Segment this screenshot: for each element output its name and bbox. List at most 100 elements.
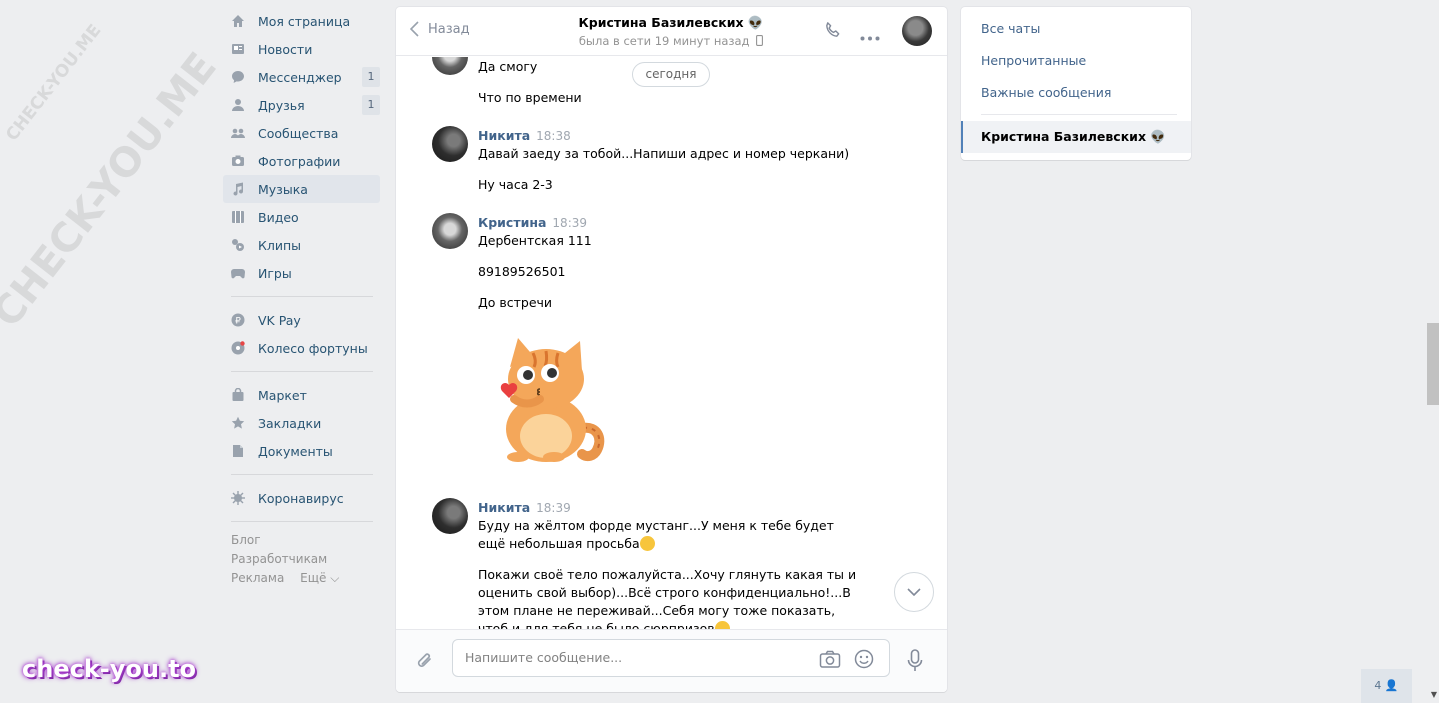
folders-divider: [981, 114, 1177, 115]
message-history: Да смогу Что по времени сегодня Никита 18…: [396, 57, 947, 629]
message-text: 89189526501: [478, 264, 566, 279]
date-pill: сегодня: [632, 62, 710, 87]
sidebar-item-label: Друзья: [258, 97, 305, 113]
more-icon[interactable]: [860, 29, 880, 44]
vkpay-icon: ₽: [231, 313, 245, 327]
watermark-diagonal-large: CHECK-YOU.ME: [0, 44, 226, 336]
message-composer: [396, 629, 947, 692]
sidebar-item-label: Игры: [258, 265, 292, 281]
cat-sticker[interactable]: [488, 333, 608, 463]
sidebar-item-label: Колесо фортуны: [258, 340, 368, 356]
sidebar-item-messenger[interactable]: Мессенджер 1: [223, 63, 380, 91]
sidebar-item-fortune-wheel[interactable]: Колесо фортуны: [223, 334, 380, 362]
sidebar-item-clips[interactable]: Клипы: [223, 231, 380, 259]
gamepad-icon: [231, 266, 245, 280]
phone-icon[interactable]: [823, 21, 842, 43]
avatar[interactable]: [432, 213, 468, 249]
sidebar-footer: Блог Разработчикам Реклама Ещё ⌵: [223, 531, 380, 588]
sidebar-item-label: VK Pay: [258, 312, 301, 328]
sidebar-item-photos[interactable]: Фотографии: [223, 147, 380, 175]
chat-peer-info[interactable]: Кристина Базилевских 👽 была в сети 19 ми…: [556, 15, 786, 48]
sidebar-item-market[interactable]: Маркет: [223, 381, 380, 409]
folder-all-chats[interactable]: Все чаты: [981, 21, 1040, 36]
peer-name: Кристина Базилевских 👽: [578, 15, 764, 30]
sidebar-item-label: Закладки: [258, 415, 322, 431]
message-author[interactable]: Кристина 18:39: [478, 215, 587, 230]
emoji-picker-icon[interactable]: [854, 649, 874, 672]
avatar[interactable]: [432, 498, 468, 534]
sidebar-divider: [231, 296, 373, 297]
sidebar-item-coronavirus[interactable]: Коронавирус: [223, 484, 380, 512]
message-text: До встречи: [478, 295, 553, 310]
folder-important[interactable]: Важные сообщения: [981, 85, 1111, 100]
back-label: Назад: [428, 21, 470, 37]
sidebar-item-label: Клипы: [258, 237, 302, 253]
news-icon: [231, 42, 245, 56]
virus-icon: [231, 491, 245, 505]
folder-current-chat[interactable]: Кристина Базилевских 👽: [961, 121, 1191, 153]
sidebar-item-communities[interactable]: Сообщества: [223, 119, 380, 147]
message-text: Давай заеду за тобой...Напиши адрес и но…: [478, 146, 850, 161]
chevron-down-icon: [907, 588, 921, 596]
footer-link-ads[interactable]: Реклама: [231, 571, 284, 585]
messenger-badge: 1: [362, 67, 380, 87]
message-author[interactable]: Никита 18:38: [478, 128, 571, 143]
chat-folders-panel: Все чаты Непрочитанные Важные сообщения …: [961, 7, 1191, 160]
sidebar-item-news[interactable]: Новости: [223, 35, 380, 63]
message-text: Дербентская 111: [478, 233, 592, 248]
sidebar-item-vkpay[interactable]: ₽ VK Pay: [223, 306, 380, 334]
bag-icon: [231, 388, 245, 402]
sidebar-item-my-page[interactable]: Моя страница: [223, 7, 380, 35]
chat-panel: Назад Кристина Базилевских 👽 была в сети…: [396, 7, 947, 692]
sidebar-item-friends[interactable]: Друзья 1: [223, 91, 380, 119]
online-friends-counter[interactable]: 4 👤: [1361, 669, 1412, 703]
smile-emoji-icon: [714, 621, 730, 629]
messenger-icon: [231, 70, 245, 84]
sidebar-item-video[interactable]: Видео: [223, 203, 380, 231]
music-icon: [231, 182, 245, 196]
sidebar-item-music[interactable]: Музыка: [223, 175, 380, 203]
paperclip-icon[interactable]: [415, 650, 435, 675]
microphone-icon[interactable]: [907, 649, 923, 676]
home-icon: [231, 14, 245, 28]
message-text: Покажи своё тело пожалуйста...Хочу гляну…: [478, 566, 863, 629]
sidebar-item-label: Документы: [258, 443, 333, 459]
message-author[interactable]: Никита 18:39: [478, 500, 571, 515]
friends-badge: 1: [362, 95, 380, 115]
footer-link-developers[interactable]: Разработчикам: [231, 552, 327, 566]
sidebar-divider: [231, 521, 373, 522]
camera-icon[interactable]: [819, 649, 841, 672]
scroll-down-button[interactable]: [894, 572, 934, 612]
camera-icon: [231, 154, 245, 168]
sidebar-item-label: Сообщества: [258, 125, 339, 141]
wheel-icon: [231, 341, 245, 355]
sidebar-item-label: Коронавирус: [258, 490, 344, 506]
document-icon: [231, 444, 245, 458]
peer-status: была в сети 19 минут назад: [556, 34, 786, 48]
sidebar-divider: [231, 371, 373, 372]
chevron-left-icon: [410, 21, 419, 37]
scroll-arrow-down-icon[interactable]: ▼: [1431, 690, 1437, 699]
message-time: 18:39: [536, 501, 571, 515]
sidebar-item-label: Новости: [258, 41, 313, 57]
watermark-diagonal-small: CHECK-YOU.ME: [2, 20, 106, 145]
footer-link-more[interactable]: Ещё ⌵: [300, 571, 339, 585]
message-input[interactable]: [465, 650, 795, 665]
folder-unread[interactable]: Непрочитанные: [981, 53, 1086, 68]
avatar[interactable]: [432, 126, 468, 162]
peer-avatar[interactable]: [902, 16, 932, 46]
message-text: Ну часа 2-3: [478, 177, 553, 192]
page-scrollbar-thumb[interactable]: [1427, 323, 1439, 405]
clips-icon: [231, 238, 245, 252]
watermark-logo: check-you.to: [22, 655, 197, 683]
chat-header: Назад Кристина Базилевских 👽 была в сети…: [396, 7, 947, 56]
message-time: 18:39: [552, 216, 588, 230]
avatar[interactable]: [432, 57, 468, 75]
footer-link-blog[interactable]: Блог: [231, 533, 261, 547]
sidebar-item-bookmarks[interactable]: Закладки: [223, 409, 380, 437]
star-icon: [231, 416, 245, 430]
message-text: Что по времени: [478, 90, 582, 105]
sidebar-item-games[interactable]: Игры: [223, 259, 380, 287]
sidebar-item-documents[interactable]: Документы: [223, 437, 380, 465]
back-button[interactable]: Назад: [410, 21, 470, 37]
